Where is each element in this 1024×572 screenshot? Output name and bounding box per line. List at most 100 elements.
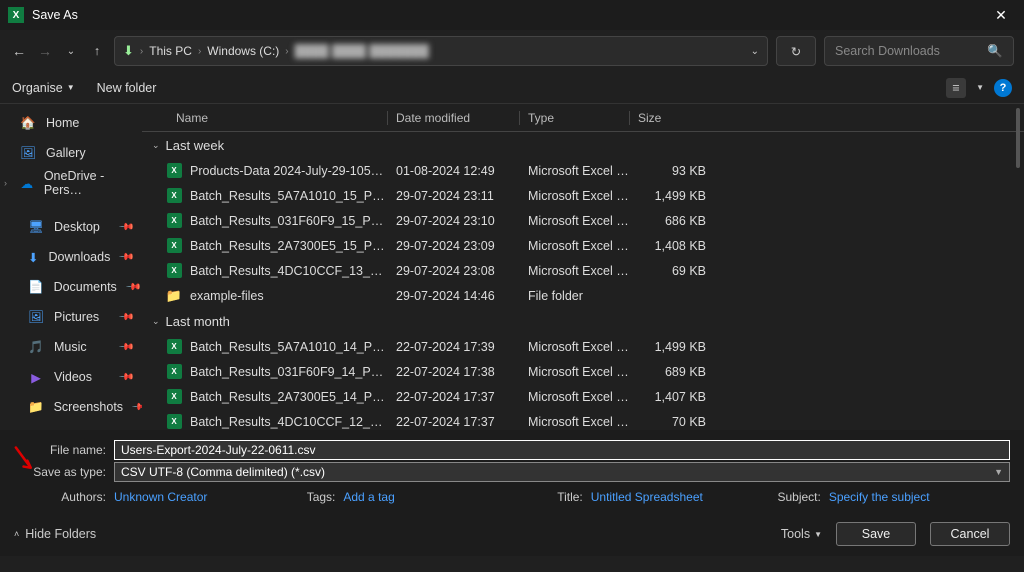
file-name: Batch_Results_5A7A1010_15_Page_1_6388... [190,189,388,203]
file-type: Microsoft Excel C... [520,189,630,203]
navigation-bar: ← → ⌄ ↑ ⬇ › This PC › Windows (C:) › ███… [0,30,1024,72]
chevron-down-icon: ▼ [67,83,75,92]
sidebar-item-label: Screenshots [54,400,123,414]
excel-file-icon: X [167,188,182,203]
excel-file-icon: X [167,339,182,354]
nav-recent-dropdown[interactable]: ⌄ [62,46,80,57]
file-date: 22-07-2024 17:37 [388,415,520,429]
sidebar-item-home[interactable]: 🏠 Home [0,108,142,138]
file-date: 29-07-2024 23:08 [388,264,520,278]
pin-icon: 📌 [125,279,142,296]
file-row[interactable]: 📁example-files29-07-2024 14:46File folde… [142,283,1024,308]
cancel-button[interactable]: Cancel [930,522,1010,546]
sidebar-item-videos[interactable]: ▶Videos📌 [0,362,142,392]
file-row[interactable]: XBatch_Results_4DC10CCF_13_Page_1_339...… [142,258,1024,283]
file-group-header[interactable]: ⌄Last month [142,308,1024,334]
chevron-right-icon: › [285,46,288,57]
subject-value[interactable]: Specify the subject [829,490,930,504]
column-header-size[interactable]: Size [630,111,720,125]
pin-icon: 📌 [117,309,134,326]
sidebar-item-screenshots[interactable]: 📁Screenshots📌 [0,392,142,422]
authors-label: Authors: [14,490,106,504]
refresh-button[interactable]: ↻ [776,36,816,66]
nav-back-button[interactable]: ← [10,43,28,59]
sidebar-item-downloads[interactable]: ⬇Downloads📌 [0,242,142,272]
breadcrumb-seg-drive[interactable]: Windows (C:) [207,44,279,58]
file-list[interactable]: ⌄Last weekXProducts-Data 2024-July-29-10… [142,132,1024,430]
file-name: Batch_Results_4DC10CCF_12_Page_1_339... [190,415,388,429]
sidebar-item-label: Home [46,116,79,130]
title-bar: X Save As ✕ [0,0,1024,30]
sidebar-item-documents[interactable]: 📄Documents📌 [0,272,142,302]
file-type: File folder [520,289,630,303]
sidebar: 🏠 Home 🖼Gallery›☁OneDrive - Pers… 🖥Desktop📌… [0,104,142,430]
close-icon[interactable]: ✕ [986,7,1016,24]
sidebar-item-pictures[interactable]: 🖼 Pictures 📌 [0,302,142,332]
breadcrumb-seg-redacted[interactable]: ████ ████ ███████ [295,44,429,58]
save-type-select[interactable]: CSV UTF-8 (Comma delimited) (*.csv) ▼ [114,462,1010,482]
scrollbar[interactable] [1016,108,1020,168]
nav-forward-button[interactable]: → [36,43,54,59]
chevron-right-icon: › [4,178,7,188]
file-date: 29-07-2024 23:10 [388,214,520,228]
pic-icon: 🖼 [28,310,44,325]
toolbar: Organise ▼ New folder ≡ ▼ ? [0,72,1024,104]
file-size: 70 KB [630,415,720,429]
group-label: Last week [166,138,225,153]
sidebar-item-desktop[interactable]: 🖥Desktop📌 [0,212,142,242]
file-row[interactable]: X Batch_Results_4DC10CCF_12_Page_1_339...… [142,409,1024,430]
file-row[interactable]: XBatch_Results_2A7300E5_15_Page_1_002c..… [142,233,1024,258]
excel-file-icon: X [167,364,182,379]
tags-value[interactable]: Add a tag [343,490,394,504]
file-row[interactable]: XBatch_Results_031F60F9_14_Page_1_8205..… [142,359,1024,384]
doc-icon: 📄 [28,280,44,295]
main-content: 🏠 Home 🖼Gallery›☁OneDrive - Pers… 🖥Desktop📌… [0,104,1024,430]
chevron-down-icon: ▼ [994,467,1003,477]
column-header-type[interactable]: Type [520,111,630,125]
sidebar-item-gallery[interactable]: 🖼Gallery [0,138,142,168]
file-row[interactable]: XBatch_Results_2A7300E5_14_Page_1_002c..… [142,384,1024,409]
file-name: Batch_Results_4DC10CCF_13_Page_1_339... [190,264,388,278]
organise-menu[interactable]: Organise ▼ [12,81,75,95]
excel-file-icon: X [167,414,182,429]
file-list-area: Name Date modified Type Size ⌄Last weekX… [142,104,1024,430]
chevron-down-icon: ▼ [814,530,822,539]
file-type: Microsoft Excel C... [520,365,630,379]
nav-up-button[interactable]: ↑ [88,44,106,58]
sidebar-item-music[interactable]: 🎵Music📌 [0,332,142,362]
file-row[interactable]: XBatch_Results_5A7A1010_14_Page_1_6388..… [142,334,1024,359]
sidebar-item-label: Pictures [54,310,99,324]
video-icon: ▶ [28,370,44,385]
file-row[interactable]: XProducts-Data 2024-July-29-1052.csv01-0… [142,158,1024,183]
file-group-header[interactable]: ⌄Last week [142,132,1024,158]
column-header-name[interactable]: Name [142,111,388,125]
excel-file-icon: X [167,163,182,178]
file-row[interactable]: X Batch_Results_5A7A1010_15_Page_1_6388..… [142,183,1024,208]
file-name-input[interactable] [114,440,1010,460]
chevron-down-icon[interactable]: ⌄ [751,46,759,57]
save-form: File name: Save as type: CSV UTF-8 (Comm… [0,430,1024,556]
breadcrumb-seg-this-pc[interactable]: This PC [149,44,192,58]
column-header-date[interactable]: Date modified [388,111,520,125]
sidebar-item-onedrive-pers-[interactable]: ›☁OneDrive - Pers… [0,168,142,198]
breadcrumb[interactable]: ⬇ › This PC › Windows (C:) › ████ ████ █… [114,36,768,66]
file-date: 22-07-2024 17:37 [388,390,520,404]
tools-menu[interactable]: Tools ▼ [781,527,822,541]
home-icon: 🏠 [20,116,36,131]
help-icon[interactable]: ? [994,79,1012,97]
sidebar-item-label: OneDrive - Pers… [44,169,132,197]
folder-icon: 📁 [166,288,182,304]
chevron-down-icon[interactable]: ▼ [976,83,984,92]
title-value[interactable]: Untitled Spreadsheet [591,490,703,504]
search-input[interactable]: Search Downloads 🔍 [824,36,1014,66]
authors-value[interactable]: Unknown Creator [114,490,207,504]
file-row[interactable]: XBatch_Results_031F60F9_15_Page_1_8205..… [142,208,1024,233]
view-mode-button[interactable]: ≡ [946,78,966,98]
file-date: 29-07-2024 14:46 [388,289,520,303]
hide-folders-button[interactable]: ˄ Hide Folders [14,527,96,541]
save-button[interactable]: Save [836,522,916,546]
download-location-icon: ⬇ [123,43,134,59]
new-folder-button[interactable]: New folder [97,81,157,95]
subject-label: Subject: [711,490,821,504]
file-date: 22-07-2024 17:38 [388,365,520,379]
